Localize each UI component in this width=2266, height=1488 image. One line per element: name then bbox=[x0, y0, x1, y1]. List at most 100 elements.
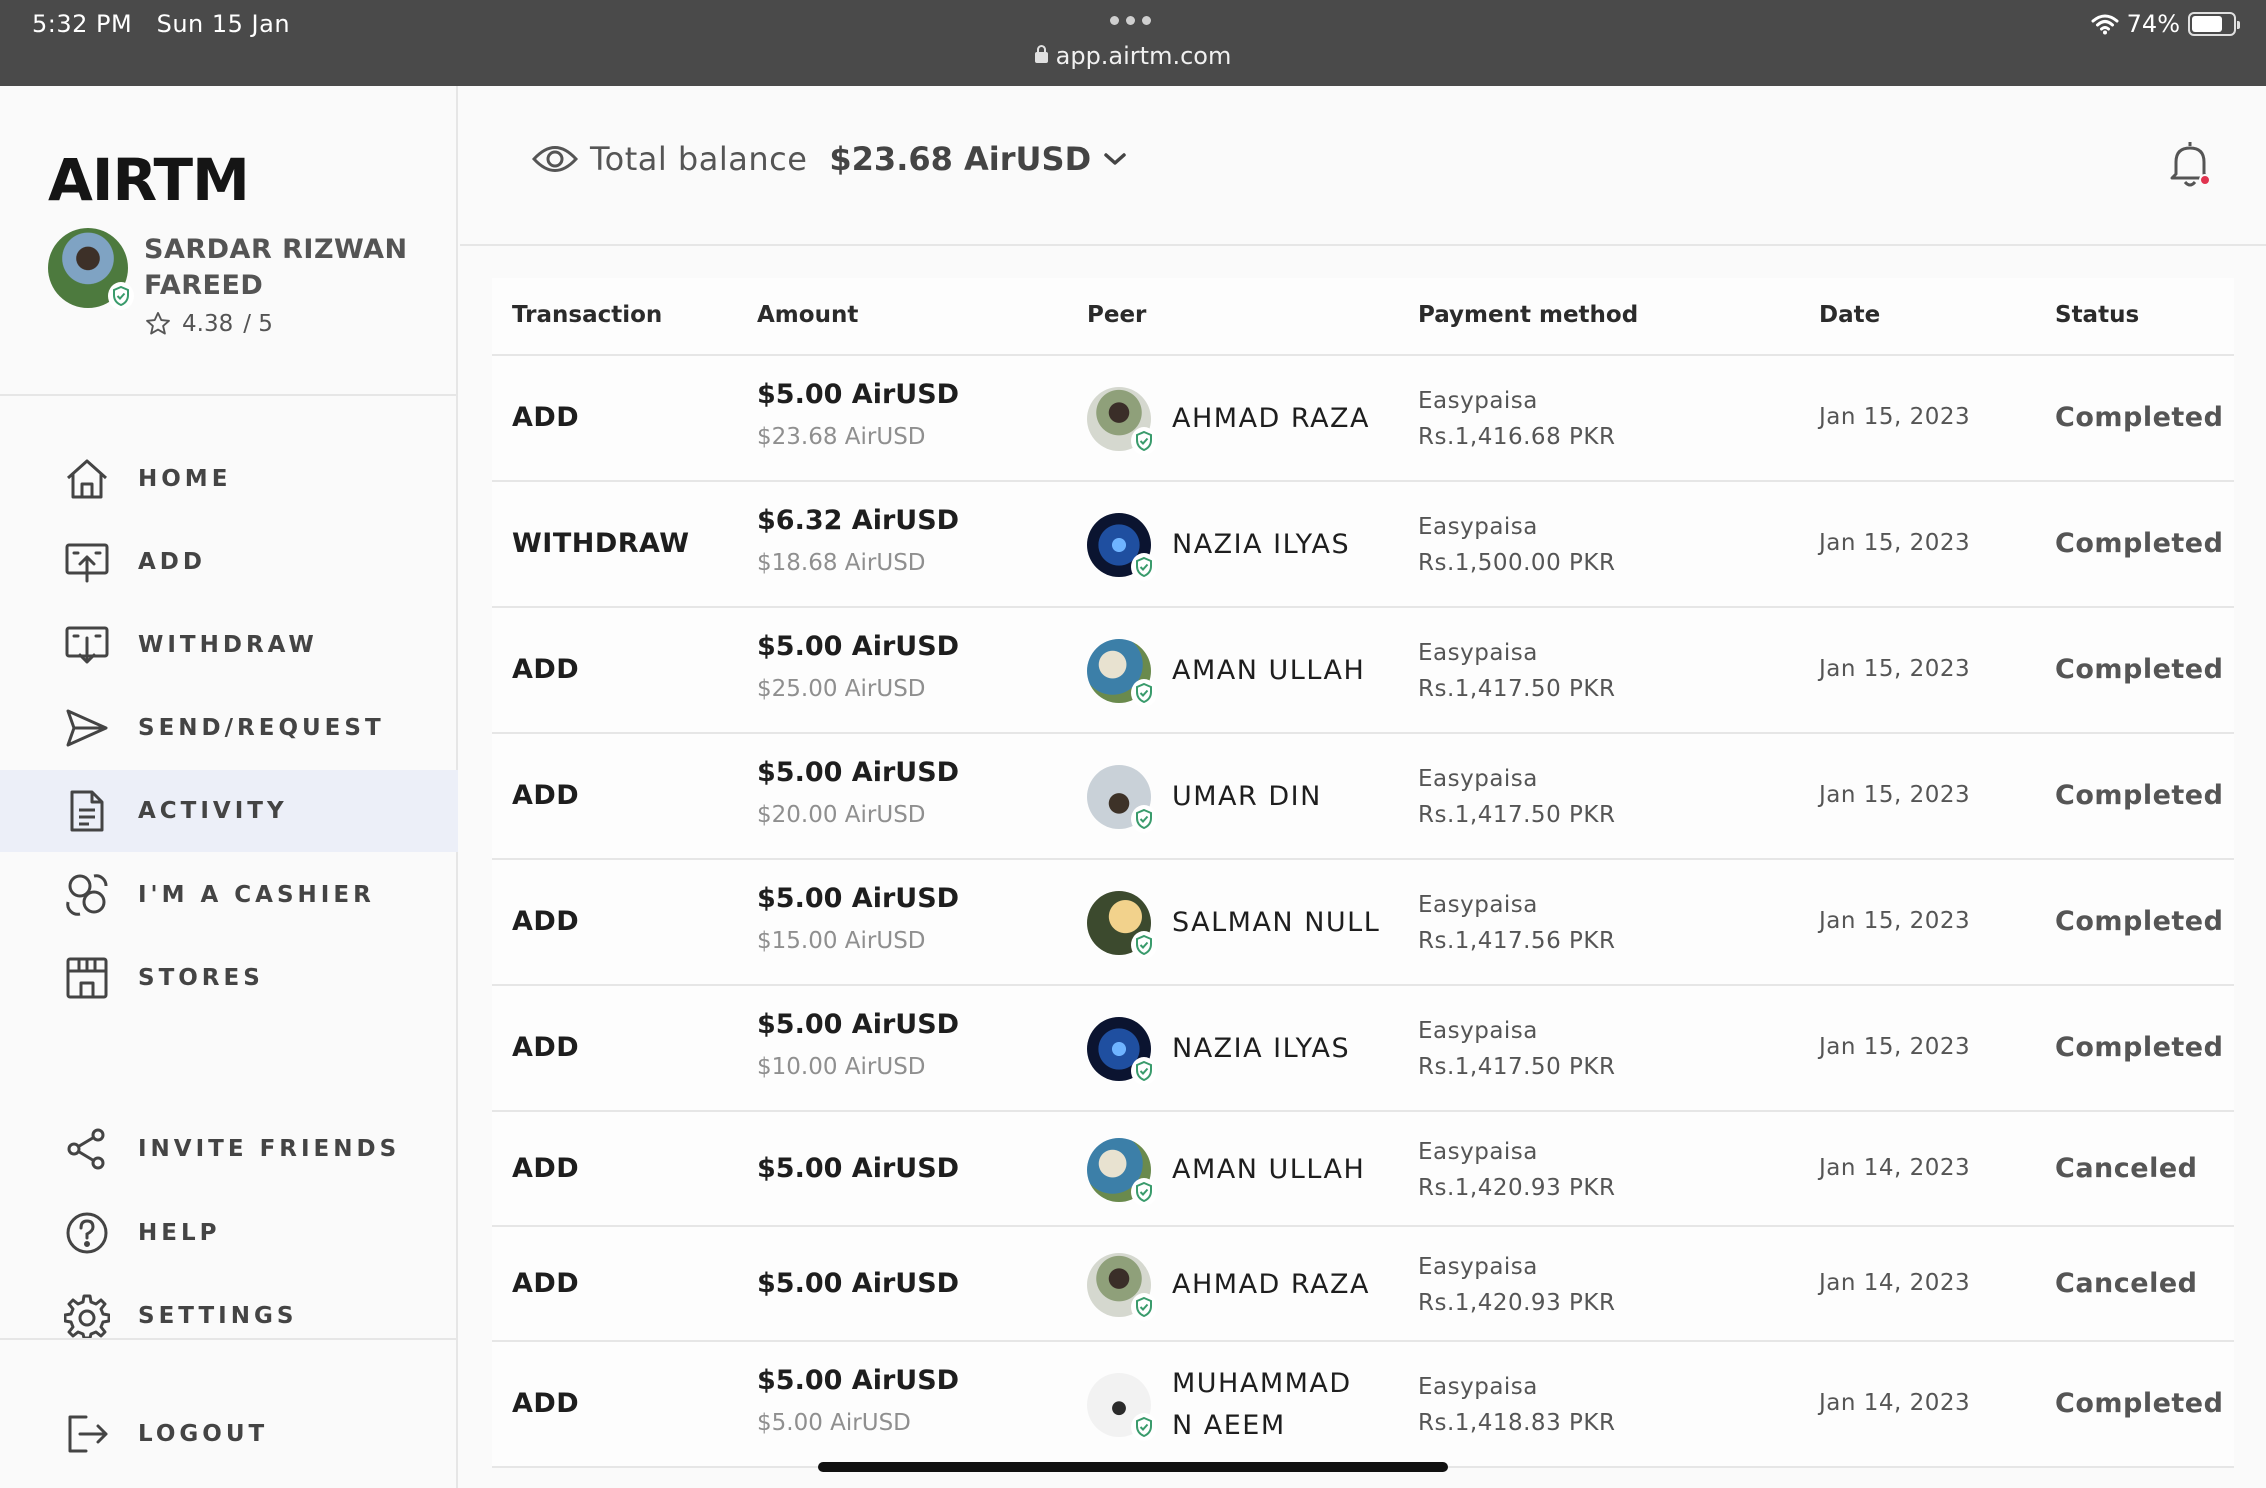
chevron-down-icon[interactable] bbox=[1103, 151, 1127, 167]
table-row[interactable]: ADD $5.00 AirUSD $10.00 AirUSD NAZIA ILY… bbox=[492, 986, 2234, 1112]
peer-avatar[interactable] bbox=[1087, 1252, 1157, 1321]
transaction-type: ADD bbox=[512, 1032, 580, 1063]
verified-shield-icon bbox=[1131, 679, 1157, 707]
amount-value: $5.00 AirUSD bbox=[757, 883, 960, 914]
table-row[interactable]: ADD $5.00 AirUSD $23.68 AirUSD AHMAD RAZ… bbox=[492, 356, 2234, 482]
peer-avatar[interactable] bbox=[1087, 891, 1157, 959]
sidebar-item-label: HELP bbox=[138, 1220, 221, 1246]
logout-button[interactable]: LOGOUT bbox=[0, 1393, 458, 1475]
sidebar-item-cashier[interactable]: I'M A CASHIER bbox=[0, 854, 458, 936]
resulting-balance: $5.00 AirUSD bbox=[757, 1410, 911, 1436]
user-avatar[interactable] bbox=[48, 228, 134, 310]
transaction-type: ADD bbox=[512, 402, 580, 433]
verified-shield-icon bbox=[1131, 1413, 1157, 1441]
rating-value: 4.38 bbox=[182, 311, 234, 337]
home-icon bbox=[62, 454, 112, 504]
payment-method-amount: Rs.1,420.93 PKR bbox=[1418, 1174, 1616, 1201]
peer-name[interactable]: NAZIA ILYAS bbox=[1172, 524, 1382, 566]
payment-method-cell: Easypaisa Rs.1,500.00 PKR bbox=[1418, 509, 1615, 581]
more-dots-icon[interactable] bbox=[1110, 16, 1151, 25]
url-text: app.airtm.com bbox=[1055, 42, 1232, 70]
table-row[interactable]: ADD $5.00 AirUSD $15.00 AirUSD SALMAN NU… bbox=[492, 860, 2234, 986]
table-row[interactable]: ADD $5.00 AirUSD AMAN ULLAH Easypaisa Rs… bbox=[492, 1112, 2234, 1227]
sidebar-item-help[interactable]: HELP bbox=[0, 1192, 458, 1274]
sidebar-item-stores[interactable]: STORES bbox=[0, 937, 458, 1019]
transaction-type: ADD bbox=[512, 906, 580, 937]
payment-method-name: Easypaisa bbox=[1418, 1138, 1538, 1165]
peer-name[interactable]: NAZIA ILYAS bbox=[1172, 1028, 1382, 1070]
payment-method-amount: Rs.1,417.56 PKR bbox=[1418, 928, 1616, 954]
status-badge: Completed bbox=[2055, 1032, 2224, 1063]
verified-shield-icon bbox=[1131, 805, 1157, 833]
home-indicator[interactable] bbox=[818, 1462, 1448, 1472]
sidebar-item-home[interactable]: HOME bbox=[0, 438, 458, 520]
amount-cell: $5.00 AirUSD bbox=[757, 1153, 959, 1184]
peer-avatar[interactable] bbox=[1087, 1137, 1157, 1206]
transactions-table: Transaction Amount Peer Payment method D… bbox=[492, 278, 2234, 1468]
peer-name[interactable]: MUHAMMAD N AEEM bbox=[1172, 1363, 1382, 1447]
sidebar-divider bbox=[0, 1338, 458, 1340]
transaction-date: Jan 15, 2023 bbox=[1819, 656, 1971, 682]
resulting-balance: $18.68 AirUSD bbox=[757, 550, 926, 576]
sidebar-item-send-request[interactable]: SEND/REQUEST bbox=[0, 687, 458, 769]
resulting-balance: $15.00 AirUSD bbox=[757, 928, 926, 954]
notification-bell-icon[interactable] bbox=[2166, 138, 2214, 190]
airtm-logo[interactable]: AIRTM bbox=[48, 146, 250, 214]
sidebar-item-add[interactable]: ADD bbox=[0, 521, 458, 603]
payment-method-name: Easypaisa bbox=[1418, 1374, 1538, 1400]
verified-shield-icon bbox=[1131, 931, 1157, 959]
total-balance[interactable]: Total balance $23.68 AirUSD bbox=[532, 140, 1127, 178]
main-content: Total balance $23.68 AirUSD Transaction … bbox=[460, 86, 2266, 1488]
peer-name[interactable]: AHMAD RAZA bbox=[1172, 398, 1382, 440]
verified-shield-icon bbox=[1131, 1057, 1157, 1085]
amount-value: $5.00 AirUSD bbox=[757, 1365, 960, 1396]
battery-percent: 74% bbox=[2126, 10, 2180, 38]
status-badge: Completed bbox=[2055, 528, 2224, 559]
sidebar-divider bbox=[0, 394, 458, 396]
sidebar-item-invite-friends[interactable]: INVITE FRIENDS bbox=[0, 1108, 458, 1190]
eye-icon[interactable] bbox=[532, 142, 578, 176]
status-badge: Completed bbox=[2055, 654, 2224, 685]
table-row[interactable]: WITHDRAW $6.32 AirUSD $18.68 AirUSD NAZI… bbox=[492, 482, 2234, 608]
transaction-type: ADD bbox=[512, 1388, 580, 1419]
peer-name[interactable]: SALMAN NULL bbox=[1172, 902, 1382, 944]
peer-avatar[interactable] bbox=[1087, 1373, 1157, 1441]
resulting-balance: $10.00 AirUSD bbox=[757, 1054, 926, 1080]
col-date: Date bbox=[1819, 302, 1881, 328]
amount-cell: $6.32 AirUSD $18.68 AirUSD bbox=[757, 505, 959, 576]
payment-method-amount: Rs.1,416.68 PKR bbox=[1418, 424, 1616, 450]
sidebar-item-settings[interactable]: SETTINGS bbox=[0, 1275, 458, 1357]
send-icon bbox=[62, 703, 112, 753]
col-peer: Peer bbox=[1087, 302, 1147, 328]
peer-avatar[interactable] bbox=[1087, 513, 1157, 581]
payment-method-amount: Rs.1,420.93 PKR bbox=[1418, 1289, 1616, 1316]
peer-avatar[interactable] bbox=[1087, 1017, 1157, 1085]
peer-name[interactable]: UMAR DIN bbox=[1172, 776, 1382, 818]
transaction-date: Jan 14, 2023 bbox=[1819, 1390, 1971, 1416]
peer-name[interactable]: AHMAD RAZA bbox=[1172, 1264, 1382, 1306]
peer-name[interactable]: AMAN ULLAH bbox=[1172, 650, 1382, 692]
amount-value: $5.00 AirUSD bbox=[757, 1009, 960, 1040]
sidebar-item-activity[interactable]: ACTIVITY bbox=[0, 770, 458, 852]
payment-method-amount: Rs.1,417.50 PKR bbox=[1418, 676, 1616, 702]
address-bar[interactable]: app.airtm.com bbox=[0, 42, 2266, 70]
table-row[interactable]: ADD $5.00 AirUSD $5.00 AirUSD MUHAMMAD N… bbox=[492, 1342, 2234, 1468]
sidebar-item-label: INVITE FRIENDS bbox=[138, 1136, 401, 1162]
sidebar-item-label: ADD bbox=[138, 549, 206, 575]
peer-avatar[interactable] bbox=[1087, 765, 1157, 833]
table-row[interactable]: ADD $5.00 AirUSD $20.00 AirUSD UMAR DIN … bbox=[492, 734, 2234, 860]
sidebar-item-label: ACTIVITY bbox=[138, 798, 288, 824]
table-row[interactable]: ADD $5.00 AirUSD AHMAD RAZA Easypaisa Rs… bbox=[492, 1227, 2234, 1342]
payment-method-amount: Rs.1,417.50 PKR bbox=[1418, 1054, 1616, 1080]
peer-avatar[interactable] bbox=[1087, 387, 1157, 455]
table-row[interactable]: ADD $5.00 AirUSD $25.00 AirUSD AMAN ULLA… bbox=[492, 608, 2234, 734]
transaction-type: ADD bbox=[512, 654, 580, 685]
peer-name[interactable]: AMAN ULLAH bbox=[1172, 1149, 1382, 1191]
transaction-type: ADD bbox=[512, 1267, 580, 1299]
status-badge: Canceled bbox=[2055, 1267, 2198, 1299]
status-badge: Canceled bbox=[2055, 1152, 2198, 1184]
transaction-date: Jan 15, 2023 bbox=[1819, 1034, 1971, 1060]
amount-value: $5.00 AirUSD bbox=[757, 1267, 960, 1299]
peer-avatar[interactable] bbox=[1087, 639, 1157, 707]
sidebar-item-withdraw[interactable]: WITHDRAW bbox=[0, 604, 458, 686]
